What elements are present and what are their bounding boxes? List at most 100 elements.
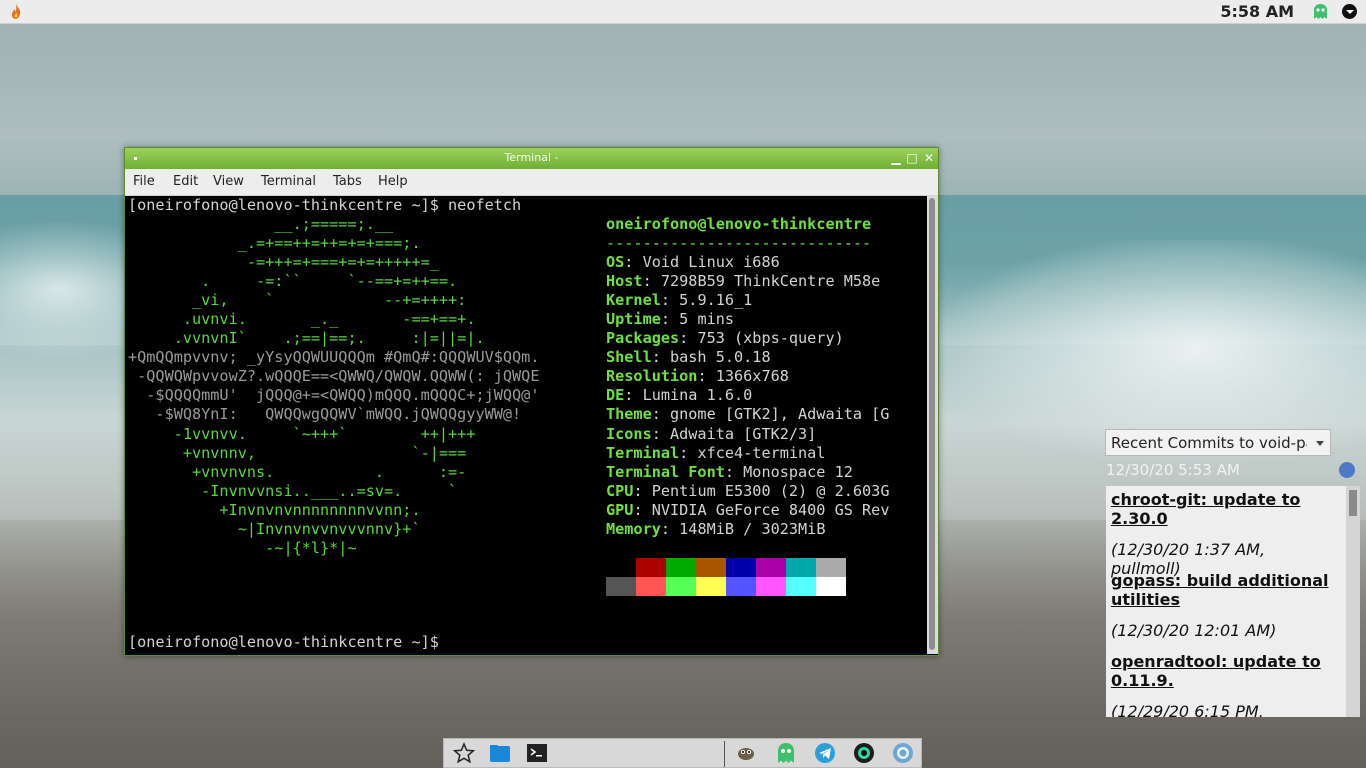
minimize-icon[interactable]: ▁ [890,152,902,164]
rss-item-title[interactable]: chroot-git: update to 2.30.0 [1111,490,1337,528]
palette-swatch [756,577,786,596]
ghost-app-icon[interactable] [775,742,797,764]
ascii-line: -=+++=+===+=+=+++++=_ [128,253,439,272]
menu-edit[interactable]: Edit [173,174,198,189]
top-panel: 5:58 AM [0,0,1366,24]
info-value: : bash 5.0.18 [651,348,771,367]
rss-settings-icon[interactable] [1339,462,1355,478]
rss-scrollbar[interactable] [1346,486,1360,717]
info-key: Host [606,272,643,291]
info-row: Resolution: 1366x768 [606,367,889,386]
menu-file[interactable]: File [133,174,155,189]
shell-prompt[interactable]: [oneirofono@lenovo-thinkcentre ~]$ [128,633,439,652]
info-value: : 148MiB / 3023MiB [660,519,826,538]
command-line: [oneirofono@lenovo-thinkcentre ~]$ neofe… [128,196,522,214]
terminal-window[interactable]: Terminal - ▁ □ ✕ File Edit View Terminal… [124,147,939,656]
window-titlebar[interactable]: Terminal - ▁ □ ✕ [125,148,938,169]
info-row: Shell: bash 5.0.18 [606,348,889,367]
gimp-icon[interactable] [735,742,757,764]
file-manager-icon[interactable] [489,742,511,764]
favorites-star-icon[interactable] [453,742,475,764]
terminal-output[interactable]: [oneirofono@lenovo-thinkcentre ~]$ neofe… [125,196,928,654]
info-value: : Pentium E5300 (2) @ 2.603G [633,481,890,500]
info-key: Resolution [606,367,698,386]
menu-view[interactable]: View [213,174,244,189]
wallpaper-foam [940,240,1366,460]
user-host: oneirofono@lenovo-thinkcentre [606,215,872,233]
ascii-line: -1vvnvv. `~+++` ++|+++ [128,424,476,443]
menu-terminal[interactable]: Terminal [261,174,316,189]
info-row: Host: 7298B59 ThinkCentre M58e [606,272,889,291]
ascii-line: .vvnvnI` .;==|==;. :|=||=|. [128,329,485,348]
close-icon[interactable]: ✕ [923,152,935,164]
rss-item-list[interactable]: chroot-git: update to 2.30.0 (12/30/20 1… [1106,486,1360,717]
info-key: Theme [606,405,652,424]
info-value: : xfce4-terminal [679,443,826,462]
menu-tabs[interactable]: Tabs [333,174,362,189]
panel-clock[interactable]: 5:58 AM [1220,2,1294,21]
camera-app-icon[interactable] [853,742,875,764]
palette-swatch [636,558,666,577]
menu-help[interactable]: Help [378,174,408,189]
system-menu-icon[interactable] [1342,4,1357,19]
info-key: GPU [606,500,634,519]
palette-swatch [786,577,816,596]
palette-swatch [666,558,696,577]
distro-ascii-logo: __.;=====;.__ _.=+==++=++=+=+===;. -=+++… [128,215,539,558]
info-key: DE [606,386,625,405]
info-row: Packages: 753 (xbps-query) [606,329,889,348]
info-row: Terminal Font: Monospace 12 [606,463,889,482]
maximize-icon[interactable]: □ [906,152,918,164]
info-value: : gnome [GTK2], Adwaita [G [651,405,890,424]
info-value: : 5 mins [660,310,735,329]
palette-swatch [816,577,846,596]
info-row: CPU: Pentium E5300 (2) @ 2.603G [606,482,889,501]
rss-scrollbar-thumb[interactable] [1349,490,1357,516]
info-row: Terminal: xfce4-terminal [606,444,889,463]
info-row: OS: Void Linux i686 [606,253,889,272]
flame-icon[interactable] [8,3,24,20]
ascii-line: _.=+==++=++=+=+===;. [128,234,421,253]
info-key: Terminal Font [606,462,725,481]
info-key: Packages [606,329,680,348]
info-value: : 5.9.16_1 [660,291,753,310]
ascii-line: -~|{*l}*|~ [128,538,357,557]
system-info: oneirofono@lenovo-thinkcentre -----------… [606,215,889,539]
rss-item-title[interactable]: gopass: build additional utilities [1111,571,1337,609]
palette-swatch [636,577,666,596]
palette-swatch [786,558,816,577]
ascii-line: -$WQ8YnI: QWQQwgQQWV`mWQQ.jQWQQgyyWW@! [128,405,522,424]
color-palette [606,558,846,596]
terminal-scrollbar[interactable] [927,196,938,654]
info-value: : 7298B59 ThinkCentre M58e [642,272,881,291]
palette-swatch [606,577,636,596]
rss-item-meta: (12/29/20 6:15 PM, [1111,702,1264,717]
info-key: CPU [606,481,634,500]
palette-swatch [606,558,636,577]
info-value: : NVIDIA GeForce 8400 GS Rev [633,500,890,519]
info-key: Shell [606,348,652,367]
ascii-line: -$QQQQmmU' jQQQ@+=<QWQQ)mQQQ.mQQQC+;jWQQ… [128,386,540,405]
scrollbar-thumb[interactable] [929,198,935,650]
terminal-icon[interactable] [526,742,548,764]
info-row: Icons: Adwaita [GTK2/3] [606,425,889,444]
browser-icon[interactable] [892,742,914,764]
terminal-menubar: File Edit View Terminal Tabs Help [125,169,938,196]
info-key: Uptime [606,310,661,329]
ascii-line: -QQWQWpvvowZ?.wQQQE==<QWWQ/QWQW.QQWW(: j… [128,367,540,386]
ascii-line: -Invnvvnsi..___..=sv=. ` [128,481,458,500]
ascii-line: +vnvnvns. . :=- [128,462,467,481]
ascii-line: +QmQQmpvvnv; _yYsyQQWUUQQQm #QmQ#:QQQWUV… [128,348,540,367]
palette-swatch [726,577,756,596]
rss-item-title[interactable]: openradtool: update to 0.11.9. [1111,652,1337,690]
info-value: : Lumina 1.6.0 [624,386,753,405]
ascii-line: +Invnvnvnnnnnnnnvvnn;. [128,500,421,519]
info-key: OS [606,253,625,272]
palette-swatch [696,577,726,596]
info-row: Theme: gnome [GTK2], Adwaita [G [606,405,889,424]
info-row: Uptime: 5 mins [606,310,889,329]
telegram-icon[interactable] [814,742,836,764]
ascii-line: . -=:`` `--==+=++==. [128,272,458,291]
rss-feed-selector[interactable]: Recent Commits to void-packages:master [1105,429,1331,456]
ghost-tray-icon[interactable] [1312,3,1329,20]
